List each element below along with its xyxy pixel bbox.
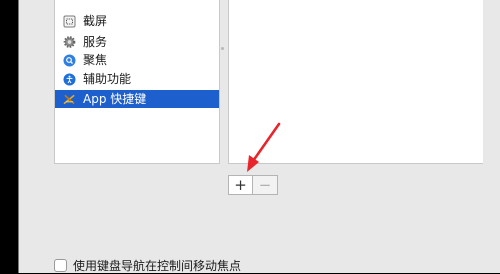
keyboard-navigation-label: 使用键盘导航在控制间移动焦点 xyxy=(73,258,242,273)
annotation-arrow-icon xyxy=(247,122,281,172)
keyboard-navigation-option[interactable]: 使用键盘导航在控制间移动焦点 xyxy=(54,257,241,273)
keyboard-navigation-checkbox[interactable] xyxy=(54,258,67,272)
